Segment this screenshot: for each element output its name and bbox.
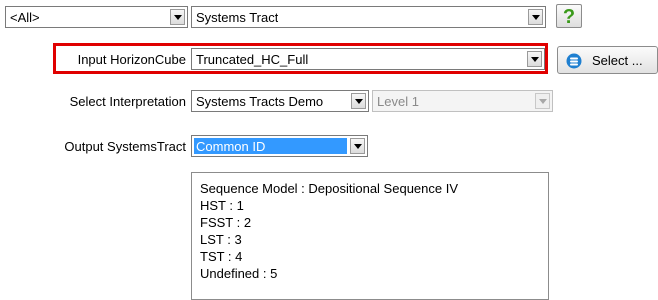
interpretation-label: Select Interpretation (69, 94, 186, 109)
info-line: LST : 3 (200, 232, 242, 247)
output-value: Common ID (196, 139, 266, 154)
database-icon (566, 53, 582, 69)
input-horizon-label: Input HorizonCube (77, 52, 186, 67)
help-button[interactable]: ? (556, 4, 582, 28)
info-line: Sequence Model : Depositional Sequence I… (200, 181, 459, 196)
svg-text:?: ? (563, 6, 575, 27)
interpretation-value: Systems Tracts Demo (196, 94, 324, 109)
select-horizon-button[interactable]: Select ... (557, 46, 658, 74)
level-combo: Level 1 (372, 90, 553, 112)
info-line: FSST : 2 (200, 215, 252, 230)
scope-combo-value: <All> (10, 10, 40, 25)
systems-tract-info-box[interactable]: Sequence Model : Depositional Sequence I… (191, 172, 549, 300)
output-combo[interactable]: Common ID (191, 135, 368, 157)
interpretation-combo[interactable]: Systems Tracts Demo (191, 90, 369, 112)
select-button-label: Select ... (592, 53, 643, 68)
output-label: Output SystemsTract (64, 139, 186, 154)
type-combo[interactable]: Systems Tract (191, 6, 546, 28)
chevron-down-icon (535, 93, 550, 109)
level-value: Level 1 (377, 94, 419, 109)
help-question-icon: ? (563, 6, 575, 27)
chevron-down-icon[interactable] (170, 9, 185, 25)
input-horizon-combo[interactable]: Truncated_HC_Full (191, 48, 545, 70)
info-line: Undefined : 5 (200, 266, 278, 281)
chevron-down-icon[interactable] (528, 9, 543, 25)
chevron-down-icon[interactable] (350, 138, 365, 154)
info-line: TST : 4 (200, 249, 243, 264)
chevron-down-icon[interactable] (527, 51, 542, 67)
scope-combo[interactable]: <All> (5, 6, 188, 28)
type-combo-value: Systems Tract (196, 10, 279, 25)
chevron-down-icon[interactable] (351, 93, 366, 109)
input-horizon-value: Truncated_HC_Full (196, 52, 309, 67)
info-line: HST : 1 (200, 198, 244, 213)
